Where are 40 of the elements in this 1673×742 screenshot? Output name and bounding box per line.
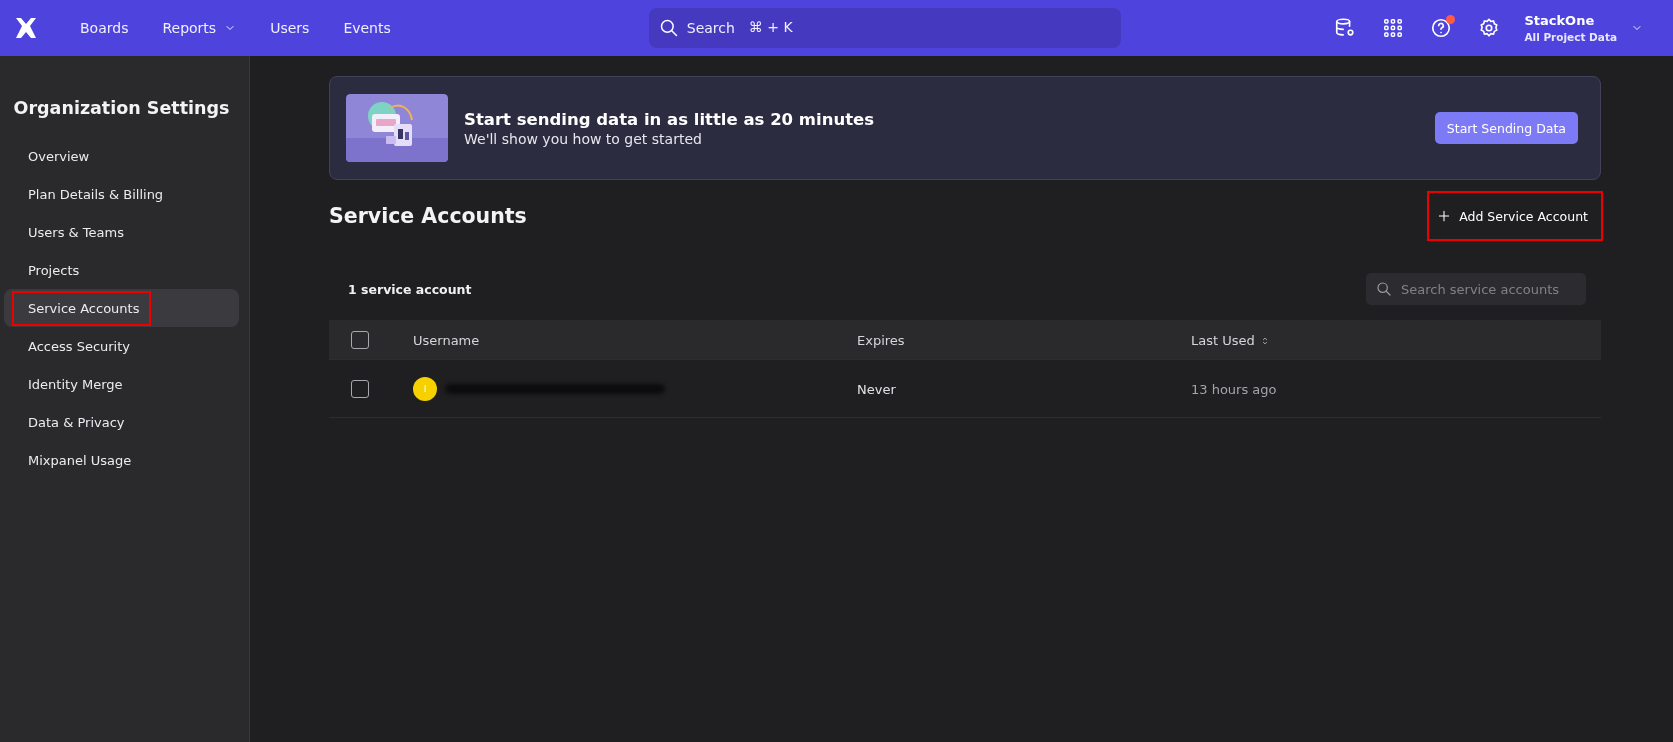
- project-name: All Project Data: [1524, 31, 1617, 43]
- search-icon[interactable]: [658, 18, 679, 38]
- checkbox[interactable]: [351, 379, 369, 398]
- sidebar-item[interactable]: Data & Privacy: [4, 403, 239, 441]
- help-icon[interactable]: [1430, 17, 1453, 39]
- shortcut-hint: ⌘ + K: [748, 19, 793, 35]
- banner-subtitle: We'll show you how to get started: [464, 130, 703, 147]
- column-header[interactable]: Username: [413, 333, 480, 348]
- search-icon[interactable]: [1376, 281, 1392, 297]
- banner-title: Start sending data in as little as 20 minutes: [464, 109, 876, 129]
- sidebar-title: Organization Settings: [12, 98, 231, 118]
- column-header[interactable]: Last Used: [1191, 333, 1270, 348]
- checkbox[interactable]: [351, 330, 369, 349]
- account-name: StackOne: [1524, 13, 1596, 28]
- database-settings-icon[interactable]: [1334, 17, 1357, 39]
- sidebar-item[interactable]: Mixpanel Usage: [4, 441, 239, 479]
- account-switcher[interactable]: StackOne All Project Data: [1524, 13, 1673, 43]
- nav-link[interactable]: Users: [253, 14, 327, 42]
- nav-link[interactable]: Reports: [145, 14, 254, 42]
- add-service-account-button[interactable]: Add Service Account: [1427, 191, 1603, 241]
- sidebar-item[interactable]: Users & Teams: [4, 213, 239, 251]
- page-title: Service Accounts: [329, 204, 527, 228]
- sidebar-item[interactable]: Projects: [4, 251, 239, 289]
- column-header[interactable]: Expires: [857, 333, 905, 348]
- sidebar-item[interactable]: Identity Merge: [4, 365, 239, 403]
- avatar: I: [413, 376, 437, 401]
- sidebar-item[interactable]: Access Security: [4, 327, 239, 365]
- logo-icon[interactable]: [14, 16, 38, 40]
- apps-grid-icon[interactable]: [1382, 17, 1405, 39]
- sidebar-item[interactable]: Service Accounts: [4, 289, 239, 327]
- search-field[interactable]: Search service accounts: [1366, 273, 1586, 305]
- account-count: 1 service account: [348, 281, 472, 297]
- table-cell: 13 hours ago: [1191, 382, 1277, 397]
- table-cell: Never: [857, 382, 896, 397]
- nav-link[interactable]: Events: [326, 14, 408, 42]
- plus-icon[interactable]: [1437, 209, 1452, 223]
- sidebar-item[interactable]: Overview: [4, 137, 239, 175]
- start-sending-data-button[interactable]: Start Sending Data: [1434, 112, 1578, 144]
- sidebar-item[interactable]: Plan Details & Billing: [4, 175, 239, 213]
- nav-link[interactable]: Boards: [63, 14, 146, 42]
